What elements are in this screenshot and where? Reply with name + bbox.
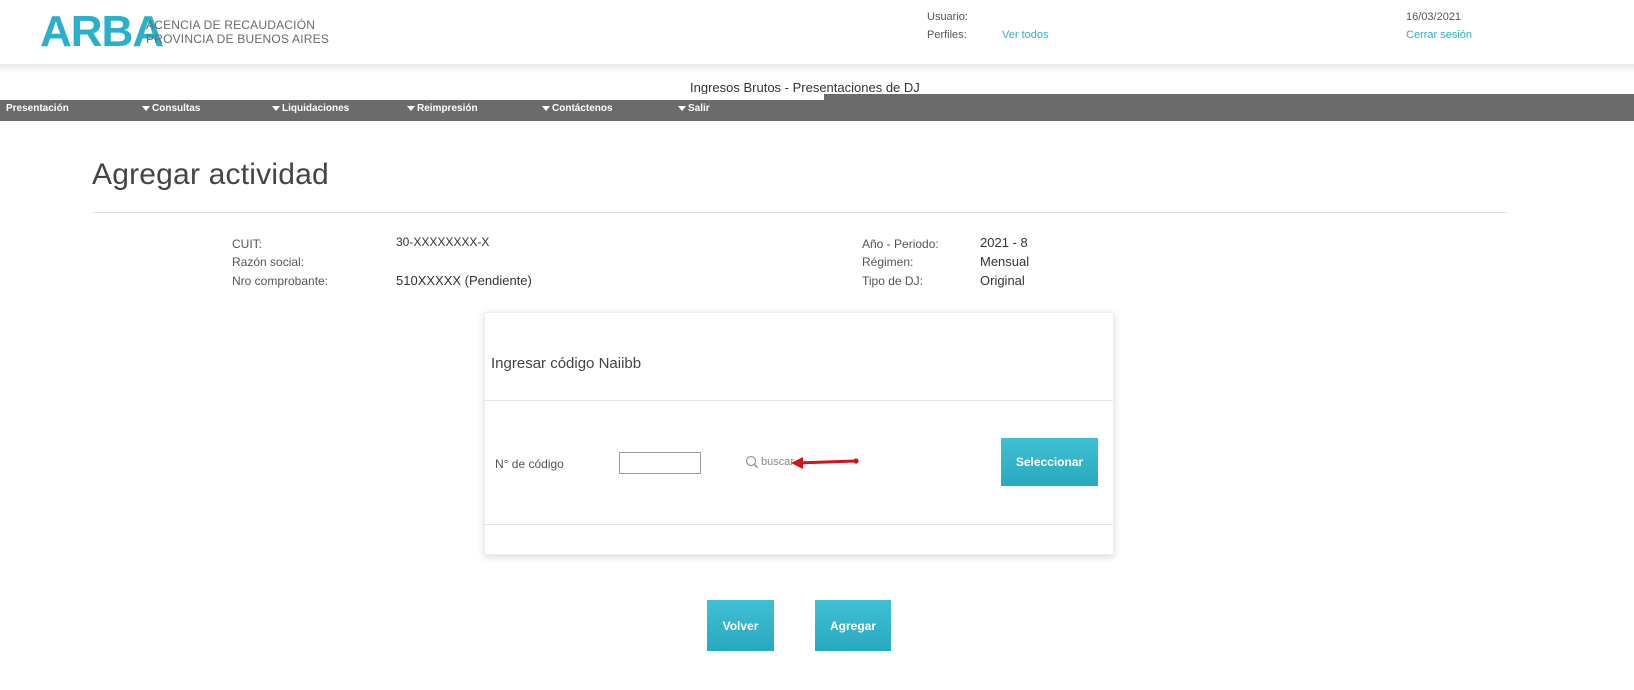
regimen-value: Mensual — [980, 254, 1030, 269]
buscar-link[interactable]: buscar — [745, 455, 794, 469]
volver-button[interactable]: Volver — [707, 600, 774, 651]
tipo-dj-value: Original — [980, 273, 1025, 288]
card-header: Ingresar código Naiibb — [485, 313, 1113, 401]
usuario-label: Usuario: — [927, 11, 968, 23]
header-shadow — [0, 64, 1634, 74]
nro-comprobante-value: 510XXXXX (Pendiente) — [396, 273, 532, 288]
anio-periodo-value: 2021 - 8 — [980, 235, 1028, 250]
cerrar-sesion-link[interactable]: Cerrar sesión — [1406, 29, 1472, 41]
menu-item-salir[interactable]: Salir — [678, 103, 710, 114]
menu-item-label: Liquidaciones — [282, 103, 350, 114]
page-title: Agregar actividad — [92, 158, 329, 191]
arba-logo[interactable]: ARBA — [40, 10, 164, 54]
menu-item-contactenos[interactable]: Contáctenos — [542, 103, 613, 114]
codigo-card: Ingresar código Naiibb N° de código busc… — [484, 312, 1114, 555]
menu-item-reimpresion[interactable]: Reimpresión — [407, 103, 478, 114]
caret-down-icon — [272, 105, 280, 111]
page: ARBA ACENCIA DE RECAUDACIÓN PROVINCIA DE… — [0, 0, 1634, 690]
menu-item-label: Reimpresión — [417, 103, 478, 114]
menu-bar: Presentación Consultas Liquidaciones Rei… — [0, 94, 1634, 121]
menu-item-label: Contáctenos — [552, 103, 613, 114]
logo-subtitle: ACENCIA DE RECAUDACIÓN PROVINCIA DE BUEN… — [146, 18, 329, 46]
ver-todos-link[interactable]: Ver todos — [1002, 29, 1048, 41]
caret-down-icon — [142, 105, 150, 111]
card-body: N° de código buscar Seleccionar — [485, 401, 1113, 525]
menu-item-label: Consultas — [152, 103, 201, 114]
menu-item-presentacion[interactable]: Presentación — [6, 103, 69, 114]
menu-item-label: Presentación — [6, 103, 69, 114]
regimen-label: Régimen: — [862, 255, 914, 269]
caret-down-icon — [542, 105, 550, 111]
logo-line-2: PROVINCIA DE BUENOS AIRES — [146, 32, 330, 46]
search-icon — [745, 455, 759, 469]
seleccionar-button[interactable]: Seleccionar — [1001, 438, 1098, 486]
anio-periodo-label: Año - Periodo: — [862, 237, 939, 251]
caret-down-icon — [407, 105, 415, 111]
red-arrow-icon — [791, 457, 859, 469]
caret-down-icon — [678, 105, 686, 111]
menu-item-liquidaciones[interactable]: Liquidaciones — [272, 103, 349, 114]
system-title: Ingresos Brutos - Presentaciones de DJ — [690, 80, 920, 95]
menu-item-consultas[interactable]: Consultas — [142, 103, 200, 114]
cuit-label: CUIT: — [232, 237, 262, 251]
card-title: Ingresar código Naiibb — [491, 355, 642, 372]
menu-item-label: Salir — [688, 103, 710, 114]
codigo-label: N° de código — [495, 457, 564, 471]
logo-line-1: ACENCIA DE RECAUDACIÓN — [146, 18, 316, 32]
date-text: 16/03/2021 — [1406, 11, 1462, 23]
razon-social-label: Razón social: — [232, 255, 305, 269]
codigo-input[interactable] — [619, 452, 701, 474]
cuit-value: 30-XXXXXXXX-X — [396, 235, 490, 249]
title-divider — [92, 212, 1508, 213]
header: ARBA ACENCIA DE RECAUDACIÓN PROVINCIA DE… — [0, 0, 1634, 68]
agregar-button[interactable]: Agregar — [815, 600, 891, 651]
tipo-dj-label: Tipo de DJ: — [862, 274, 923, 288]
nro-comprobante-label: Nro comprobante: — [232, 274, 329, 288]
menu-bar-top-strip — [0, 94, 824, 100]
perfiles-label: Perfiles: — [927, 29, 967, 41]
